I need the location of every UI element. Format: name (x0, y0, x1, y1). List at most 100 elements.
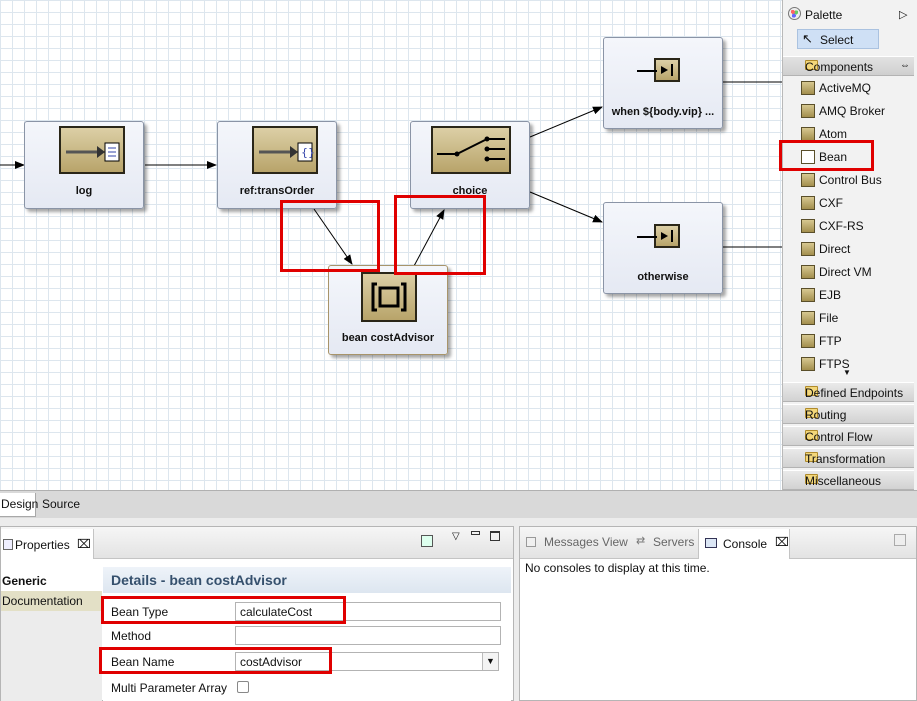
messages-view-icon (526, 537, 536, 547)
side-tab-filler (1, 611, 102, 701)
palette-title: Palette (805, 8, 843, 22)
palette-item-ejb[interactable]: EJB (797, 285, 907, 305)
multi-param-label: Multi Parameter Array (111, 681, 228, 695)
palette-item-amq-broker[interactable]: AMQ Broker (797, 101, 907, 121)
drawer-components[interactable]: Components ⇔ (783, 56, 914, 76)
console-icon (705, 538, 717, 548)
palette-item-control-bus[interactable]: Control Bus (797, 170, 907, 190)
palette-item-cxf-rs[interactable]: CXF-RS (797, 216, 907, 236)
palette-item-label: Direct (819, 242, 851, 256)
palette-item-label: EJB (819, 288, 842, 302)
highlight-bean-palette-item (779, 140, 874, 171)
node-label: log (75, 185, 93, 197)
highlight-bean-name (99, 647, 332, 674)
node-label: ref:transOrder (239, 185, 315, 197)
node-bean-costadvisor[interactable]: bean costAdvisor (328, 265, 448, 355)
scroll-down-icon[interactable]: ▼ (843, 368, 851, 377)
view-menu-icon[interactable]: ▽ (452, 531, 460, 542)
highlight-bean-type (101, 596, 346, 624)
node-otherwise[interactable]: otherwise (603, 202, 723, 294)
side-tab-generic[interactable]: Generic (1, 571, 102, 591)
drawer-control-flow[interactable]: Control Flow (783, 426, 914, 446)
tab-design[interactable]: Design (0, 493, 39, 517)
palette-item-label: Direct VM (819, 265, 872, 279)
servers-icon: ⇄ (636, 535, 646, 547)
side-tab-label: Generic (2, 574, 47, 588)
node-log[interactable]: log (24, 121, 144, 209)
tab-source[interactable]: Source (38, 493, 84, 517)
route-design-canvas[interactable]: log {} ref:transOrder choice when ${body… (0, 0, 782, 490)
method-label: Method (111, 629, 152, 643)
connection-choice-when (529, 106, 603, 138)
close-icon[interactable]: ⌧ (77, 537, 91, 551)
component-icon (801, 127, 815, 141)
console-message: No consoles to display at this time. (525, 561, 710, 575)
component-icon (801, 357, 815, 371)
multi-param-checkbox[interactable] (237, 681, 249, 693)
properties-view: Properties ⌧ ▽ Generic Documentation Det… (0, 526, 514, 701)
maximize-icon[interactable] (490, 531, 500, 541)
palette-item-label: AMQ Broker (819, 104, 886, 118)
minimize-icon[interactable] (471, 531, 480, 535)
tab-servers[interactable]: Servers (653, 535, 694, 549)
component-icon (801, 334, 815, 348)
select-label: Select (820, 33, 854, 47)
palette-item-label: File (819, 311, 839, 325)
component-icon (801, 81, 815, 95)
when-arrow-icon (654, 58, 680, 82)
drawer-label: Components (805, 60, 874, 74)
side-tab-label: Documentation (2, 594, 83, 608)
drawer-defined-endpoints[interactable]: Defined Endpoints (783, 382, 914, 402)
tab-console[interactable]: Console ⌧ (698, 529, 790, 559)
console-view: Messages View ⇄ Servers Console ⌧ No con… (519, 526, 917, 701)
close-icon[interactable]: ⌧ (775, 535, 789, 549)
drawer-miscellaneous[interactable]: Miscellaneous (783, 470, 914, 490)
palette-item-label: CXF (819, 196, 843, 210)
component-icon (801, 219, 815, 233)
drawer-label: Defined Endpoints (805, 386, 904, 400)
tab-label: Console (723, 537, 768, 551)
drawer-routing[interactable]: Routing (783, 404, 914, 424)
palette-item-ftps[interactable]: FTPS (797, 354, 907, 374)
properties-icon (3, 539, 13, 550)
drawer-pin-icon[interactable]: ⇔ (900, 60, 910, 71)
otherwise-arrow-icon (654, 224, 680, 248)
component-icon (801, 265, 815, 279)
palette-item-cxf[interactable]: CXF (797, 193, 907, 213)
node-label: when ${body.vip} ... (611, 106, 715, 118)
highlight-incoming-connection (280, 200, 380, 272)
otherwise-arrow-stem (637, 236, 657, 238)
component-icon (801, 242, 815, 256)
endpoint-ref-icon: {} (252, 126, 318, 174)
node-label: otherwise (637, 271, 689, 283)
chevron-down-icon[interactable]: ▼ (482, 653, 498, 670)
drawer-transformation[interactable]: Transformation (783, 448, 914, 468)
side-tab-documentation[interactable]: Documentation (1, 591, 102, 611)
pin-view-icon[interactable] (421, 535, 433, 547)
open-console-icon[interactable] (894, 534, 906, 546)
connection-choice-otherwise (529, 191, 603, 223)
palette-item-activemq[interactable]: ActiveMQ (797, 78, 907, 98)
tab-messages-view[interactable]: Messages View (544, 535, 628, 549)
palette-select-tool[interactable]: ↖ Select (797, 29, 879, 49)
palette-item-file[interactable]: File (797, 308, 907, 328)
node-transorder[interactable]: {} ref:transOrder (217, 121, 337, 209)
when-arrow-stem (637, 70, 657, 72)
palette-item-ftp[interactable]: FTP (797, 331, 907, 351)
tab-properties[interactable]: Properties ⌧ (1, 529, 94, 559)
log-icon (59, 126, 125, 174)
method-field[interactable] (235, 626, 501, 645)
tab-label: Design (1, 497, 39, 511)
component-icon (801, 288, 815, 302)
node-when[interactable]: when ${body.vip} ... (603, 37, 723, 129)
palette-item-label: ActiveMQ (819, 81, 872, 95)
palette-item-direct-vm[interactable]: Direct VM (797, 262, 907, 282)
component-icon (801, 196, 815, 210)
palette-item-label: FTP (819, 334, 842, 348)
palette-collapse-icon[interactable]: ▷ (899, 8, 907, 21)
component-icon (801, 311, 815, 325)
palette-item-direct[interactable]: Direct (797, 239, 907, 259)
component-icon (801, 104, 815, 118)
node-label: bean costAdvisor (341, 332, 435, 344)
drawer-label: Miscellaneous (805, 474, 882, 488)
